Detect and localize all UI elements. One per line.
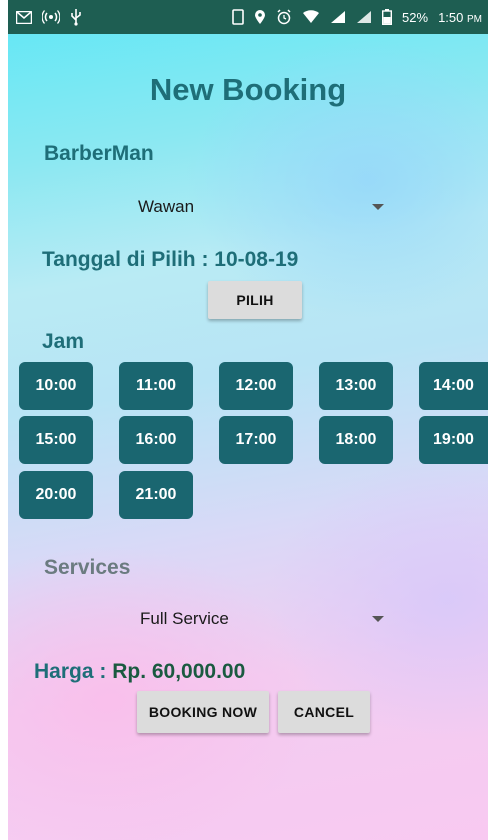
- status-bar-left: [16, 8, 82, 26]
- signal-1-icon: [330, 10, 346, 24]
- clock-time: 1:50: [438, 9, 464, 25]
- time-label: Jam: [42, 330, 85, 353]
- battery-percent: 52%: [402, 9, 429, 25]
- alarm-icon: [276, 9, 292, 25]
- booking-now-button[interactable]: BOOKING NOW: [137, 691, 269, 733]
- barber-label: BarberMan: [44, 142, 154, 165]
- hotspot-icon: [42, 9, 60, 25]
- date-label: Tanggal di Pilih : 10-08-19: [42, 248, 299, 271]
- time-slot-13-00[interactable]: 13:00: [319, 362, 393, 410]
- price-row: Harga : Rp. 60,000.00: [34, 660, 245, 684]
- usb-icon: [70, 8, 82, 26]
- time-slot-17-00[interactable]: 17:00: [219, 416, 293, 464]
- status-bar-right: 52% 1:50 PM: [232, 9, 482, 25]
- status-bar: 52% 1:50 PM: [8, 0, 488, 34]
- time-slot-16-00[interactable]: 16:00: [119, 416, 193, 464]
- services-spinner[interactable]: Full Service: [140, 604, 384, 634]
- barber-selected: Wawan: [138, 197, 195, 216]
- page-title: New Booking: [149, 72, 347, 107]
- time-slot-20-00[interactable]: 20:00: [19, 471, 93, 519]
- clock: 1:50 PM: [438, 10, 482, 25]
- services-label: Services: [44, 556, 131, 579]
- time-slot-18-00[interactable]: 18:00: [319, 416, 393, 464]
- services-selected: Full Service: [140, 609, 229, 628]
- price-value: Rp. 60,000.00: [112, 660, 246, 683]
- time-slot-11-00[interactable]: 11:00: [119, 362, 193, 410]
- battery-icon: [382, 9, 393, 25]
- clock-ampm: PM: [467, 13, 482, 25]
- time-slot-14-00[interactable]: 14:00: [419, 362, 488, 410]
- time-slot-10-00[interactable]: 10:00: [19, 362, 93, 410]
- time-slot-19-00[interactable]: 19:00: [419, 416, 488, 464]
- location-icon: [254, 9, 266, 25]
- dropdown-caret-icon: [372, 616, 384, 622]
- dropdown-caret-icon: [372, 204, 384, 210]
- price-label: Harga :: [34, 660, 107, 683]
- time-slot-12-00[interactable]: 12:00: [219, 362, 293, 410]
- gmail-icon: [16, 10, 32, 24]
- barber-spinner[interactable]: Wawan: [138, 192, 384, 222]
- wifi-icon: [302, 10, 320, 24]
- vibrate-icon: [232, 9, 244, 25]
- time-slot-21-00[interactable]: 21:00: [119, 471, 193, 519]
- cancel-button[interactable]: CANCEL: [278, 691, 370, 733]
- pilih-button[interactable]: PILIH: [208, 281, 302, 319]
- signal-2-icon: [356, 10, 372, 24]
- time-slot-15-00[interactable]: 15:00: [19, 416, 93, 464]
